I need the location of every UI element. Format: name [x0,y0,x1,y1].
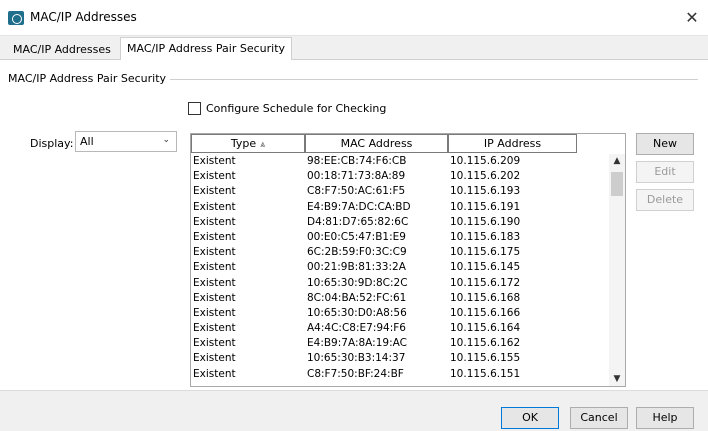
cell-type: Existent [193,200,236,213]
cell-type: Existent [193,155,236,167]
cell-mac-address: 98:EE:CB:74:F6:CB [307,155,407,167]
cell-type: Existent [193,337,236,350]
cell-type: Existent [193,306,236,319]
schedule-checkbox-label[interactable]: Configure Schedule for Checking [206,102,386,115]
cell-mac-address: 8C:04:BA:52:FC:61 [307,291,407,304]
cell-ip-address: 10.115.6.168 [450,291,521,304]
cell-mac-address: 10:65:30:9D:8C:2C [307,276,408,289]
delete-button[interactable]: Delete [636,189,694,211]
table-row[interactable]: Existent A4:4C:C8:E7:94:F6 10.115.6.164 [191,321,609,336]
table-row[interactable]: Existent D4:81:D7:65:82:6C 10.115.6.190 [191,215,609,230]
cell-type: Existent [193,261,236,274]
cell-ip-address: 10.115.6.175 [450,246,521,259]
vertical-scrollbar[interactable]: ▲ ▼ [609,154,625,386]
cell-type: Existent [193,291,236,304]
table-row[interactable]: Existent 6C:2B:59:F0:3C:C9 10.115.6.175 [191,245,609,260]
table-row[interactable]: Existent 10:65:30:B3:14:37 10.115.6.155 [191,351,609,366]
cell-mac-address: D4:81:D7:65:82:6C [307,215,409,228]
table-row[interactable]: Existent 10:65:30:D0:A8:56 10.115.6.166 [191,306,609,321]
cell-mac-address: 00:21:9B:81:33:2A [307,261,406,274]
cell-ip-address: 10.115.6.172 [450,276,521,289]
cell-mac-address: C8:F7:50:BF:24:BF [307,367,404,380]
table-row[interactable]: Existent 00:18:71:73:8A:89 10.115.6.202 [191,169,609,184]
chevron-down-icon: ⌄ [162,135,170,145]
cell-type: Existent [193,170,236,183]
cell-type: Existent [193,230,236,243]
footer-divider [0,390,708,391]
sort-ascending-icon: ⩓ [260,140,266,150]
help-button[interactable]: Help [636,407,694,429]
cell-type: Existent [193,367,236,380]
cell-mac-address: 00:E0:C5:47:B1:E9 [307,230,406,243]
cell-mac-address: 10:65:30:B3:14:37 [307,352,406,365]
table-row[interactable]: Existent 98:EE:CB:74:F6:CB 10.115.6.209 [191,154,609,169]
cell-type: Existent [193,185,236,198]
cell-ip-address: 10.115.6.145 [450,261,521,274]
cell-mac-address: E4:B9:7A:8A:19:AC [307,337,407,350]
cell-type: Existent [193,276,236,289]
cell-ip-address: 10.115.6.202 [450,170,521,183]
table-row[interactable]: Existent C8:F7:50:BF:24:BF 10.115.6.151 [191,367,609,382]
table-row[interactable]: Existent 10:65:30:9D:8C:2C 10.115.6.172 [191,276,609,291]
scroll-down-icon[interactable]: ▼ [609,372,625,386]
column-header-type[interactable]: Type ⩓ [191,134,305,153]
table-row[interactable]: Existent E4:B9:7A:8A:19:AC 10.115.6.162 [191,336,609,351]
tab-mac-ip-address-pair-security[interactable]: MAC/IP Address Pair Security [120,37,293,61]
mac-ip-table[interactable]: Type ⩓ MAC Address IP Address Existent 98:… [190,133,626,387]
cell-ip-address: 10.115.6.193 [450,185,521,198]
table-row[interactable]: Existent C8:F7:50:AC:61:F5 10.115.6.193 [191,184,609,199]
cell-mac-address: A4:4C:C8:E7:94:F6 [307,322,406,335]
tab-bar: MAC/IP Addresses MAC/IP Address Pair Sec… [0,36,708,61]
schedule-checkbox[interactable] [188,102,201,115]
cell-ip-address: 10.115.6.191 [450,200,521,213]
display-label: Display: [30,137,74,150]
cell-ip-address: 10.115.6.183 [450,230,521,243]
cell-ip-address: 10.115.6.162 [450,337,521,350]
cell-ip-address: 10.115.6.164 [450,322,521,335]
table-row[interactable]: Existent 00:21:9B:81:33:2A 10.115.6.145 [191,260,609,275]
cell-mac-address: 00:18:71:73:8A:89 [307,170,406,183]
network-icon [8,11,24,25]
window-title: MAC/IP Addresses [30,10,137,24]
cell-ip-address: 10.115.6.151 [450,367,521,380]
cell-ip-address: 10.115.6.190 [450,215,521,228]
new-button[interactable]: New [636,133,694,155]
cell-type: Existent [193,246,236,259]
cell-type: Existent [193,215,236,228]
edit-button[interactable]: Edit [636,161,694,183]
table-header: Type ⩓ MAC Address IP Address [191,134,625,153]
cell-mac-address: C8:F7:50:AC:61:F5 [307,185,406,198]
display-select[interactable]: All ⌄ [75,131,177,152]
cell-mac-address: E4:B9:7A:DC:CA:BD [307,200,411,213]
table-body: Existent 98:EE:CB:74:F6:CB 10.115.6.209 Exi… [191,154,609,386]
scroll-thumb[interactable] [611,172,623,196]
close-icon[interactable]: ✕ [682,8,702,28]
cancel-button[interactable]: Cancel [570,407,628,429]
cell-ip-address: 10.115.6.155 [450,352,521,365]
dialog-footer: OK Cancel Help [0,390,708,431]
table-row[interactable]: Existent 8C:04:BA:52:FC:61 10.115.6.168 [191,291,609,306]
tab-panel: MAC/IP Address Pair Security Configure S… [0,60,708,390]
cell-type: Existent [193,352,236,365]
scroll-up-icon[interactable]: ▲ [609,154,625,168]
cell-ip-address: 10.115.6.166 [450,306,521,319]
column-header-ip-address[interactable]: IP Address [448,134,577,153]
cell-ip-address: 10.115.6.209 [450,155,521,167]
group-title: MAC/IP Address Pair Security [8,72,171,85]
display-select-value: All [80,135,94,148]
table-row[interactable]: Existent 00:E0:C5:47:B1:E9 10.115.6.183 [191,230,609,245]
cell-type: Existent [193,322,236,335]
title-bar: MAC/IP Addresses ✕ [0,0,708,36]
cell-mac-address: 6C:2B:59:F0:3C:C9 [307,246,407,259]
column-header-mac-address[interactable]: MAC Address [305,134,448,153]
group-divider [170,79,698,80]
table-row[interactable]: Existent E4:B9:7A:DC:CA:BD 10.115.6.191 [191,200,609,215]
ok-button[interactable]: OK [501,407,559,429]
tab-mac-ip-addresses[interactable]: MAC/IP Addresses [6,39,118,60]
cell-mac-address: 10:65:30:D0:A8:56 [307,306,407,319]
